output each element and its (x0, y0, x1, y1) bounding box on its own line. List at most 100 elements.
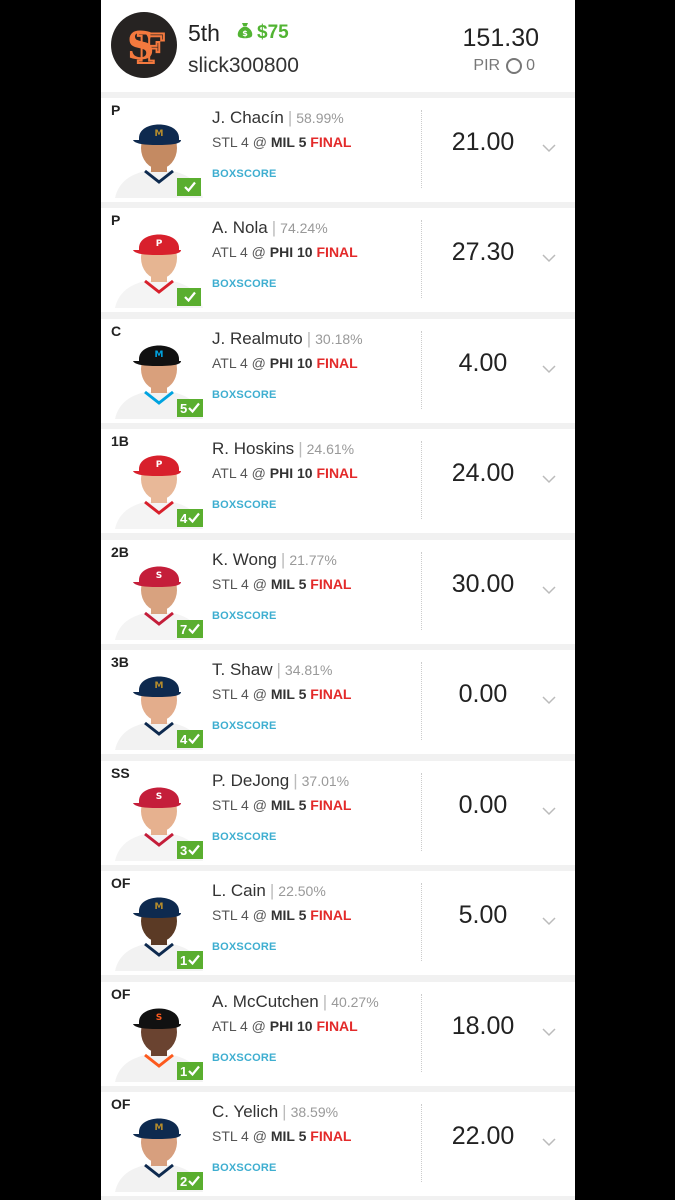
boxscore-link[interactable]: BOXSCORE (212, 168, 277, 180)
separator: | (271, 218, 277, 237)
player-name: L. Cain (212, 881, 266, 900)
home-score: PHI 10 (269, 465, 313, 481)
chevron-down-icon[interactable] (542, 913, 556, 931)
position-label: OF (111, 1096, 131, 1112)
player-row[interactable]: M C 5 J. Realmuto | 30.18% ATL 4 @ PHI 10 … (101, 319, 575, 423)
player-row[interactable]: S 2B 7 K. Wong | 21.77% STL 4 @ MIL 5 FINA… (101, 540, 575, 644)
ownership-percent: 74.24% (280, 220, 328, 236)
pir-circle-icon (506, 58, 523, 74)
ownership-percent: 24.61% (306, 441, 355, 457)
divider (421, 110, 422, 188)
player-points: 4.00 (458, 349, 508, 377)
divider (421, 994, 422, 1072)
player-row[interactable]: M OF 1 L. Cain | 22.50% STL 4 @ MIL 5 FINA… (101, 871, 575, 975)
badge-number: 7 (180, 621, 188, 637)
winnings: $ $75 (237, 22, 289, 46)
divider (421, 441, 422, 519)
chevron-down-icon[interactable] (542, 361, 556, 379)
check-icon (188, 401, 201, 416)
player-name-line: R. Hoskins | 24.61% (212, 439, 354, 459)
player-name-line: A. McCutchen | 40.27% (212, 992, 379, 1012)
home-score: PHI 10 (269, 355, 313, 371)
separator: | (276, 660, 281, 679)
boxscore-link[interactable]: BOXSCORE (212, 389, 277, 401)
chevron-down-icon[interactable] (542, 1024, 556, 1042)
player-name: T. Shaw (212, 660, 273, 679)
player-name-line: A. Nola | 74.24% (212, 218, 328, 238)
svg-text:M: M (155, 681, 164, 691)
game-score: ATL 4 @ PHI 10 FINAL (212, 355, 358, 371)
divider (421, 220, 422, 298)
separator: | (282, 1102, 287, 1121)
svg-text:P: P (156, 239, 163, 249)
game-status: FINAL (316, 244, 358, 260)
position-label: 1B (111, 433, 129, 449)
status-badge: 5 (177, 399, 204, 417)
home-score: MIL 5 (270, 797, 307, 813)
boxscore-link[interactable]: BOXSCORE (212, 499, 277, 511)
pir-label: PIR (473, 57, 501, 74)
boxscore-link[interactable]: BOXSCORE (212, 278, 277, 290)
player-name: R. Hoskins (212, 439, 295, 458)
ownership-percent: 22.50% (278, 883, 326, 899)
check-icon (188, 732, 201, 747)
player-points: 0.00 (458, 791, 508, 819)
position-label: OF (111, 875, 131, 891)
player-row[interactable]: P P A. Nola | 74.24% ATL 4 @ PHI 10 FINAL … (101, 208, 575, 312)
player-row[interactable]: S SS 3 P. DeJong | 37.01% STL 4 @ MIL 5 FI… (101, 761, 575, 865)
money-bag-icon: $ (237, 22, 253, 46)
chevron-down-icon[interactable] (542, 250, 556, 268)
player-name: A. McCutchen (212, 992, 319, 1011)
away-score: STL 4 (212, 686, 249, 702)
player-points: 0.00 (458, 680, 508, 708)
chevron-down-icon[interactable] (542, 803, 556, 821)
player-name: J. Realmuto (212, 329, 303, 348)
away-score: STL 4 (212, 134, 249, 150)
player-name-line: P. DeJong | 37.01% (212, 771, 349, 791)
check-icon (188, 843, 201, 858)
player-row[interactable]: M 3B 4 T. Shaw | 34.81% STL 4 @ MIL 5 FINA… (101, 650, 575, 754)
chevron-down-icon[interactable] (542, 140, 556, 158)
lineup-screen: S F 5th $ $75 slick300800 151.30 PIR 0 M… (101, 0, 575, 1200)
badge-number: 3 (180, 842, 188, 858)
boxscore-link[interactable]: BOXSCORE (212, 831, 277, 843)
game-score: STL 4 @ MIL 5 FINAL (212, 576, 352, 592)
boxscore-link[interactable]: BOXSCORE (212, 941, 277, 953)
position-label: 2B (111, 544, 129, 560)
home-score: MIL 5 (270, 686, 307, 702)
check-icon (183, 180, 196, 195)
chevron-down-icon[interactable] (542, 471, 556, 489)
status-badge: 2 (177, 1172, 204, 1190)
chevron-down-icon[interactable] (542, 582, 556, 600)
position-label: P (111, 212, 121, 228)
position-label: SS (111, 765, 130, 781)
away-score: ATL 4 (212, 244, 248, 260)
player-row[interactable]: S OF 1 A. McCutchen | 40.27% ATL 4 @ PHI 1… (101, 982, 575, 1086)
player-name: C. Yelich (212, 1102, 279, 1121)
player-row[interactable]: P 1B 4 R. Hoskins | 24.61% ATL 4 @ PHI 10 … (101, 429, 575, 533)
player-row[interactable]: M OF 2 C. Yelich | 38.59% STL 4 @ MIL 5 FI… (101, 1092, 575, 1196)
boxscore-link[interactable]: BOXSCORE (212, 1162, 277, 1174)
game-score: STL 4 @ MIL 5 FINAL (212, 907, 352, 923)
status-badge: 4 (177, 730, 204, 748)
badge-number: 1 (180, 952, 188, 968)
player-points: 21.00 (451, 128, 515, 156)
boxscore-link[interactable]: BOXSCORE (212, 720, 277, 732)
away-score: STL 4 (212, 1128, 249, 1144)
status-badge (177, 288, 201, 306)
chevron-down-icon[interactable] (542, 1134, 556, 1152)
game-status: FINAL (316, 465, 358, 481)
svg-text:$: $ (242, 29, 248, 38)
svg-text:P: P (156, 460, 163, 470)
player-name-line: K. Wong | 21.77% (212, 550, 337, 570)
boxscore-link[interactable]: BOXSCORE (212, 1052, 277, 1064)
boxscore-link[interactable]: BOXSCORE (212, 610, 277, 622)
contest-rank: 5th (188, 20, 220, 46)
divider (421, 773, 422, 851)
player-points: 27.30 (451, 238, 515, 266)
divider (421, 552, 422, 630)
badge-number: 5 (180, 400, 188, 416)
player-row[interactable]: M P J. Chacín | 58.99% STL 4 @ MIL 5 FINAL… (101, 98, 575, 202)
chevron-down-icon[interactable] (542, 692, 556, 710)
status-badge: 4 (177, 509, 204, 527)
